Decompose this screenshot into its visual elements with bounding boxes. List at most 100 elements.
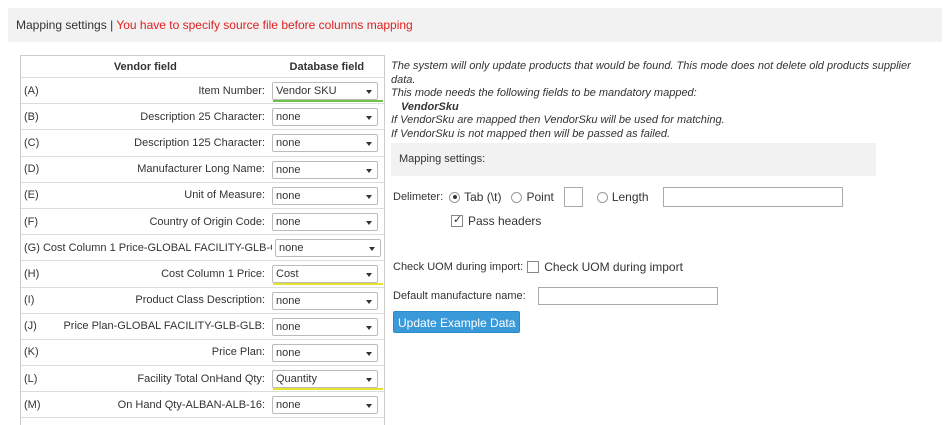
chevron-down-icon [366,325,372,330]
database-field-cell: none [272,235,384,260]
manufacture-row: Default manufacture name: [393,287,718,305]
select-value: none [276,215,301,228]
vendor-field-label: Manufacturer Long Name: [137,163,265,176]
tab-label: Tab (\t) [464,190,502,204]
chevron-down-icon [366,351,372,356]
column-letter: (B) [24,110,39,123]
vendor-field-label: On Hand Qty-ALBAN-ALB-16: [117,398,265,411]
database-field-select[interactable]: none [272,108,378,127]
point-label: Point [526,190,554,204]
point-option[interactable]: Point [511,190,554,204]
tab-option[interactable]: Tab (\t) [449,190,501,204]
column-letter: (M) [24,398,41,411]
database-field-select[interactable]: Vendor SKU [272,82,383,102]
vendor-field-label: Description 125 Character: [134,136,265,149]
chevron-down-icon [369,247,375,252]
pass-headers-row[interactable]: Pass headers [451,213,541,228]
select-value: none [276,137,301,150]
database-field-cell: none [269,157,381,182]
table-row: (I) Product Class Description: none [21,288,384,314]
vendor-field-label: Facility Total OnHand Qty: [137,372,265,385]
delimeter-label: Delimeter: [393,191,444,203]
vendor-field-label: Price Plan-GLOBAL FACILITY-GLB-GLB: [63,320,265,333]
chevron-down-icon [366,168,372,173]
chevron-down-icon [366,90,372,94]
table-row: (J) Price Plan-GLOBAL FACILITY-GLB-GLB: no… [21,314,384,340]
highlight-underline [273,100,383,102]
table-row: (B) Description 25 Character: none [21,104,384,131]
database-field-select[interactable]: none [272,396,378,415]
vendor-field-header: Vendor field [113,61,177,73]
length-option[interactable]: Length [596,190,649,204]
database-field-cell: Vendor SKU [269,78,383,103]
database-field-cell: none [269,104,381,129]
table-row: (D) Manufacturer Long Name: none [21,157,384,183]
select-value: Quantity [276,373,317,386]
manufacture-input[interactable] [537,287,718,305]
select-value: none [276,320,301,333]
table-row: (M) On Hand Qty-ALBAN-ALB-16: none [21,392,384,419]
tab-radio[interactable] [449,191,461,203]
database-field-select[interactable]: Quantity [272,370,383,391]
database-field-select[interactable]: none [275,239,381,258]
select-value: none [276,294,301,307]
mapping-settings-title: Mapping settings: [399,153,486,165]
select-value: Cost [276,268,299,281]
table-row: (F) Country of Origin Code: none [21,209,384,236]
table-row: (E) Unit of Measure: none [21,183,384,209]
database-field-cell: none [269,288,381,313]
header-title: Mapping settings [16,18,107,32]
highlight-underline [273,283,383,286]
check-uom-checkbox[interactable] [527,261,540,273]
select-value: none [276,189,301,202]
column-letter: (F) [24,215,39,228]
column-letter: (I) [24,294,35,307]
database-field-cell [269,418,381,425]
table-row: (K) Price Plan: none [21,340,384,367]
database-field-cell: none [269,392,381,417]
database-field-select[interactable]: none [272,343,378,362]
delimeter-row: Delimeter: Tab (\t) Point Length [393,186,843,208]
vendor-field-label: Unit of Measure: [184,189,265,202]
highlight-underline [273,388,383,391]
vendor-field-label: (G) Cost Column 1 Price-GLOBAL FACILITY-… [24,241,272,254]
table-header: Vendor field Database field [21,56,384,78]
point-input[interactable] [563,187,583,207]
database-field-select[interactable]: none [272,134,378,153]
mandatory-field: VendorSku [401,100,459,113]
check-uom-label: Check UOM during import: [393,261,524,273]
select-value: none [276,346,301,359]
description-line: If VendorSku is not mapped then will be … [391,127,671,140]
select-value: none [279,242,304,255]
chevron-down-icon [366,142,372,147]
database-field-select[interactable]: none [272,160,378,179]
column-letter: (A) [24,84,39,97]
update-example-data-button[interactable]: Update Example Data [393,311,521,333]
database-field-select[interactable]: Cost [272,265,383,286]
chevron-down-icon [366,404,372,409]
table-row: (G) Cost Column 1 Price-GLOBAL FACILITY-… [21,235,384,262]
select-value: Vendor SKU [276,85,337,97]
header-error: You have to specify source file before c… [116,18,413,32]
database-field-select[interactable]: none [272,212,378,231]
pass-headers-checkbox[interactable] [451,213,463,227]
column-letter: (H) [24,267,40,280]
header-separator: | [110,18,114,32]
database-field-select[interactable]: none [272,317,378,336]
database-field-select[interactable]: none [272,186,378,205]
length-label: Length [611,190,649,204]
vendor-field-label: Item Number: [198,84,265,97]
vendor-field-label: Product Class Description: [135,294,265,307]
table-body: (A) Item Number: Vendor SKU (B) Description … [21,78,384,425]
point-radio[interactable] [511,191,523,203]
check-uom-row: Check UOM during import: Check UOM durin… [393,260,683,274]
table-row: (L) Facility Total OnHand Qty: Quantity [21,366,384,393]
database-field-select[interactable]: none [272,291,378,310]
vendor-field-label: Cost Column 1 Price: [161,267,265,280]
chevron-down-icon [366,378,372,383]
database-field-cell: none [269,183,381,208]
length-input[interactable] [662,187,843,207]
column-letter: (C) [24,136,40,149]
manufacture-label: Default manufacture name: [393,290,526,302]
length-radio[interactable] [596,191,608,203]
